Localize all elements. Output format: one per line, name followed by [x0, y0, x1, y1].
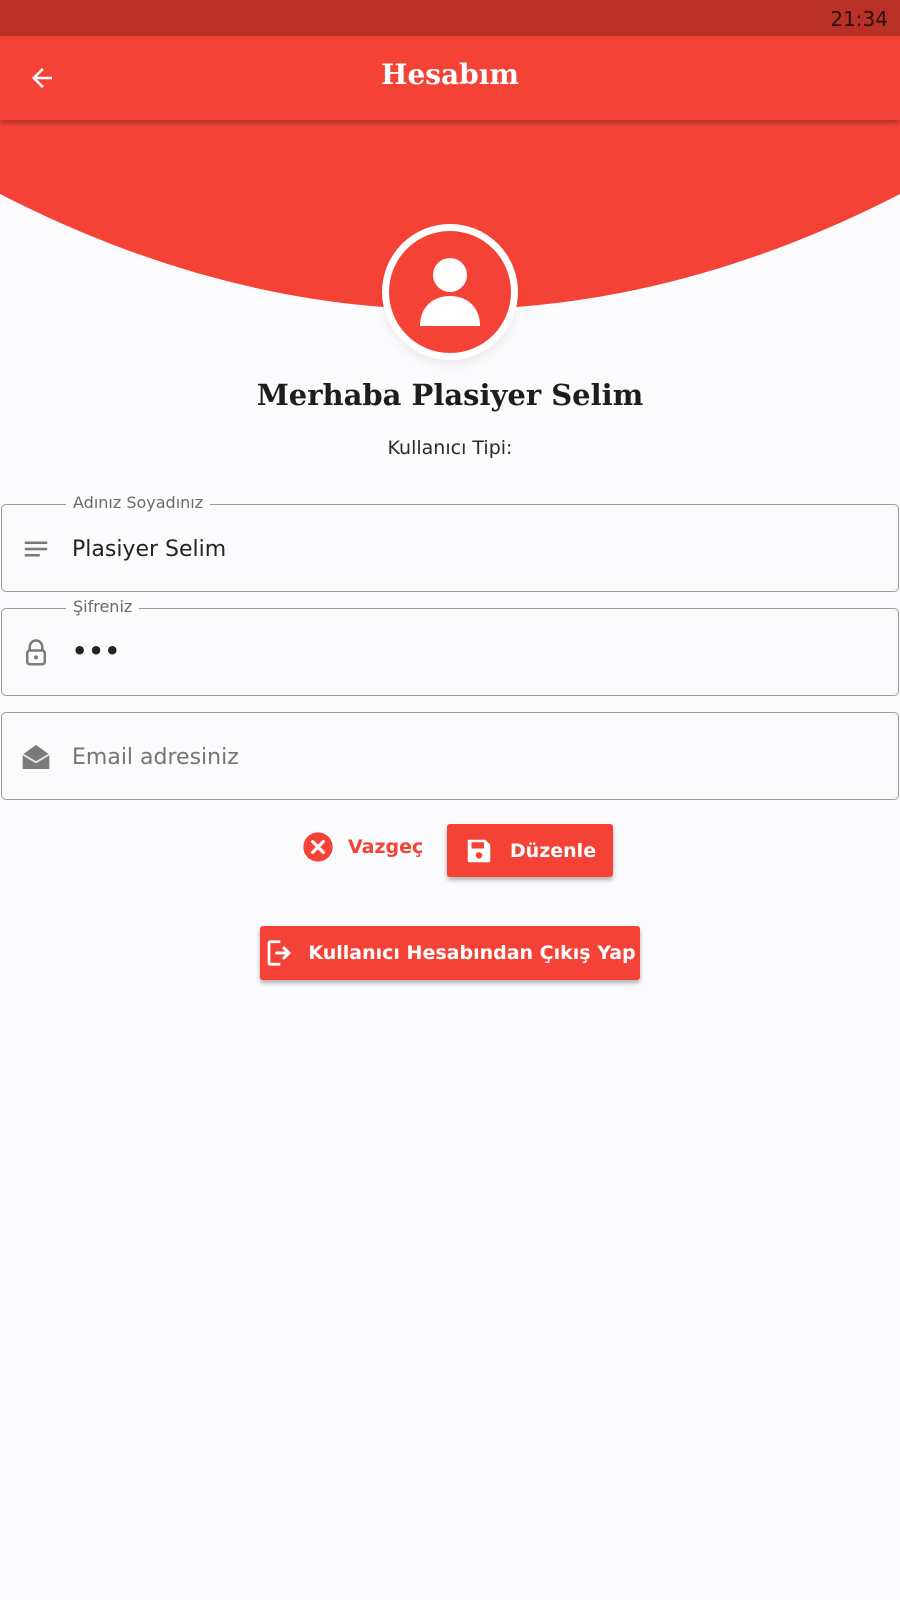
app-bar: Hesabım: [0, 36, 900, 120]
mail-icon: [20, 741, 52, 773]
password-input[interactable]: •••: [72, 637, 121, 665]
cancel-button[interactable]: Vazgeç: [302, 822, 430, 872]
user-type-label: Kullanıcı Tipi:: [387, 437, 513, 459]
save-icon: [467, 839, 491, 862]
lock-icon: [20, 637, 52, 669]
name-input[interactable]: [72, 527, 872, 571]
save-label: Düzenle: [509, 839, 597, 862]
save-button[interactable]: Düzenle: [447, 824, 613, 877]
page-title: Hesabım: [380, 58, 520, 91]
status-time: 21:34: [830, 7, 888, 31]
password-field[interactable]: Şifreniz •••: [1, 597, 899, 696]
cancel-icon: [303, 832, 333, 862]
logout-button[interactable]: Kullanıcı Hesabından Çıkış Yap: [260, 926, 640, 980]
status-bar: 21:34: [0, 0, 900, 36]
person-icon: [420, 258, 480, 326]
greeting-text: Merhaba Plasiyer Selim: [256, 378, 644, 412]
logout-label: Kullanıcı Hesabından Çıkış Yap: [308, 942, 636, 964]
name-field[interactable]: Adınız Soyadınız: [1, 493, 899, 592]
email-field[interactable]: [1, 712, 899, 800]
avatar: [382, 224, 518, 360]
logout-icon: [267, 940, 291, 966]
name-field-label: Adınız Soyadınız: [66, 493, 211, 512]
cancel-label: Vazgeç: [348, 836, 424, 858]
email-input[interactable]: [72, 735, 872, 779]
password-field-label: Şifreniz: [66, 597, 140, 616]
subject-icon: [20, 533, 52, 565]
